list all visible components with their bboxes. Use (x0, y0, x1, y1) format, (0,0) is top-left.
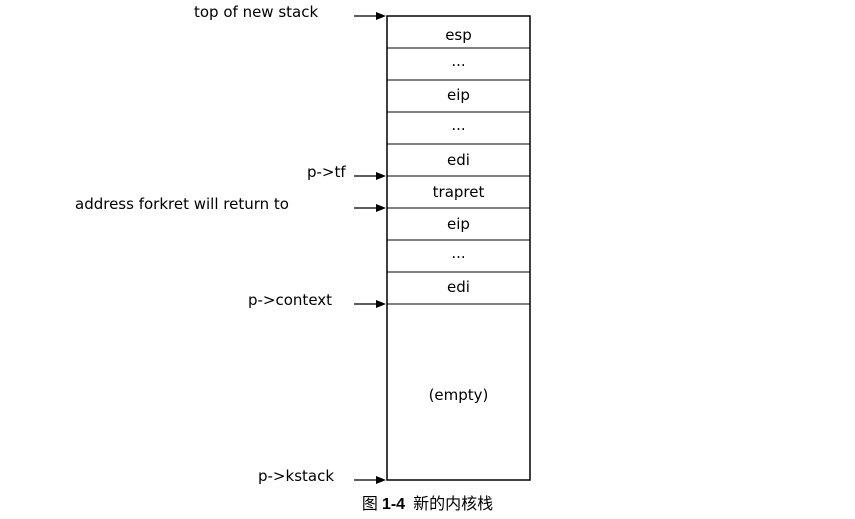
caption-prefix: 图 (361, 494, 378, 513)
arrow-kstack (354, 476, 386, 484)
caption-text: 新的内核栈 (413, 494, 494, 513)
stack-empty-region: (empty) (428, 386, 489, 404)
stack-cell-trapret: trapret (432, 183, 485, 201)
stack-cell-esp: esp (445, 26, 472, 44)
arrow-top-of-stack (354, 12, 386, 20)
label-p-tf: p->tf (307, 163, 346, 181)
stack-cell-edi: edi (447, 278, 470, 296)
figure-caption: 图 1-4 新的内核栈 (0, 493, 855, 516)
stack-cell-eip: eip (447, 86, 470, 104)
arrow-forkret (354, 204, 386, 212)
arrow-tf (354, 172, 386, 180)
label-p-kstack: p->kstack (258, 467, 335, 485)
stack-cell-ellipsis: ... (451, 244, 466, 262)
label-top-of-new-stack: top of new stack (194, 3, 319, 21)
stack-cell-ellipsis: ... (451, 116, 466, 134)
label-forkret-return: address forkret will return to (75, 195, 289, 213)
label-p-context: p->context (248, 291, 333, 309)
stack-cell-edi: edi (447, 151, 470, 169)
arrow-context (354, 300, 386, 308)
stack-cell-eip: eip (447, 215, 470, 233)
stack-cell-ellipsis: ... (451, 52, 466, 70)
caption-number: 1-4 (381, 496, 406, 513)
